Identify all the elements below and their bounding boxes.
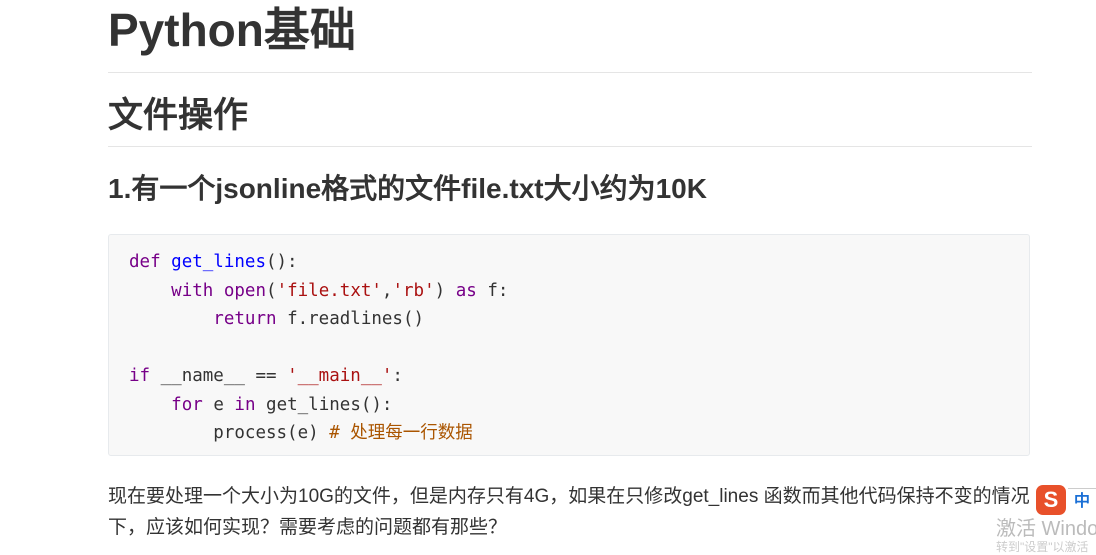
- code-keyword: as: [455, 280, 477, 301]
- code-text: __name__ ==: [160, 366, 288, 386]
- code-text: ():: [265, 252, 298, 272]
- activation-watermark: 激活 Windows: [996, 518, 1096, 540]
- code-block: def get_lines(): with open('file.txt','r…: [108, 234, 1030, 456]
- code-text: get_lines():: [266, 394, 393, 415]
- code-string: 'rb': [392, 280, 435, 301]
- code-text: e: [213, 394, 224, 415]
- code-keyword: if: [129, 366, 151, 386]
- question-text: 现在要处理一个大小为10G的文件，但是内存只有4G，如果在只修改get_line…: [108, 486, 1030, 538]
- code-text: process(e): [213, 423, 319, 443]
- code-comment: # 处理每一行数据: [329, 423, 473, 443]
- code-text: (: [266, 280, 277, 301]
- code-text: f.readlines(): [287, 309, 425, 329]
- question-heading: 1.有一个jsonline格式的文件file.txt大小约为10K: [108, 173, 707, 204]
- divider: [108, 72, 1032, 73]
- code-function: get_lines: [171, 252, 266, 272]
- divider: [108, 146, 1032, 147]
- ime-mode-toggle[interactable]: 中: [1068, 488, 1096, 515]
- code-keyword: def: [129, 252, 161, 272]
- ime-logo-icon[interactable]: S: [1036, 485, 1066, 515]
- code-text: ,: [381, 280, 393, 301]
- code-keyword: in: [234, 394, 256, 415]
- code-keyword: return: [213, 309, 277, 329]
- code-text: ): [434, 280, 446, 301]
- code-string: '__main__': [287, 366, 393, 386]
- code-text: f:: [487, 280, 509, 301]
- code-keyword: with: [171, 280, 214, 301]
- activation-watermark-sub: 转到"设置"以激活: [996, 540, 1089, 554]
- code-keyword: for: [171, 394, 203, 415]
- section-heading: 文件操作: [108, 96, 249, 135]
- page-title: Python基础: [108, 4, 356, 56]
- code-text: :: [392, 366, 403, 386]
- code-string: 'file.txt': [276, 280, 382, 301]
- code-builtin: open: [223, 280, 267, 301]
